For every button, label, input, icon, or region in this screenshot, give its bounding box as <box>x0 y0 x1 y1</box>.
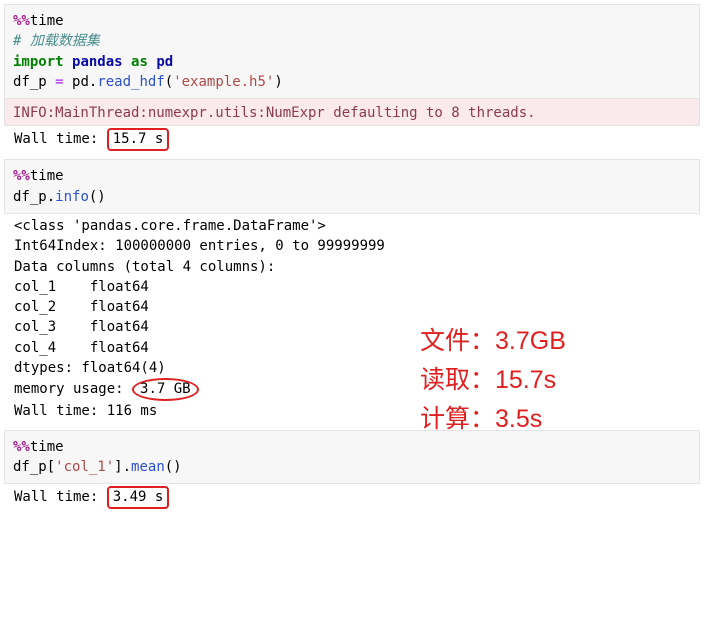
annot-compute-time: 计算：3.5s <box>420 405 542 433</box>
info-col-2: col_2 float64 <box>14 299 149 315</box>
paren: () <box>165 459 182 475</box>
magic-time: time <box>30 13 64 29</box>
op-eq: = <box>55 74 63 90</box>
info-memusage-value: 3.7 GB <box>140 381 191 397</box>
highlight-rect-walltime-1: 15.7 s <box>107 128 170 151</box>
info-class: <class 'pandas.core.frame.DataFrame'> <box>14 218 326 234</box>
info-col-1: col_1 float64 <box>14 279 149 295</box>
info-dtypes-b: ) <box>157 360 165 376</box>
call-read-hdf: read_hdf <box>97 74 164 90</box>
kw-as: as <box>131 54 148 70</box>
annot-file-size: 文件：3.7GB <box>420 327 566 355</box>
info-col-3: col_3 float64 <box>14 319 149 335</box>
call-mean: mean <box>131 459 165 475</box>
obj-dfp-bracket: df_p[ <box>13 459 55 475</box>
paren: () <box>89 189 106 205</box>
wall-time-label: Wall time: <box>14 131 107 147</box>
magic-percent: %% <box>13 439 30 455</box>
output-info: <class 'pandas.core.frame.DataFrame'> In… <box>4 214 700 428</box>
info-columns-header: Data columns (total 4 columns): <box>14 259 275 275</box>
code-cell-1: %%time # 加载数据集 import pandas as pd df_p … <box>4 4 700 99</box>
mod-pandas: pandas <box>72 54 123 70</box>
wall-time-3: Wall time: 3.49 s <box>4 484 700 515</box>
info-output-1: INFO:MainThread:numexpr.utils:NumExpr de… <box>4 99 700 126</box>
annot-read-time: 读取：15.7s <box>420 366 556 394</box>
str-col1: 'col_1' <box>55 459 114 475</box>
paren-close: ) <box>274 74 282 90</box>
annotation-summary: 文件：3.7GB 读取：15.7s 计算：3.5s <box>420 322 566 438</box>
obj-dfp: df_p. <box>13 189 55 205</box>
bracket-dot: ]. <box>114 459 131 475</box>
code-cell-2: %%time df_p.info() <box>4 159 700 214</box>
info-memusage-label: memory usage: <box>14 381 132 397</box>
info-index: Int64Index: 100000000 entries, 0 to 9999… <box>14 238 385 254</box>
numexpr-info-line: INFO:MainThread:numexpr.utils:NumExpr de… <box>13 105 536 121</box>
magic-percent: %% <box>13 13 30 29</box>
highlight-oval-memusage: 3.7 GB <box>132 378 199 401</box>
mod-pd: pd <box>156 54 173 70</box>
call-info: info <box>55 189 89 205</box>
str-example-h5: 'example.h5' <box>173 74 274 90</box>
rhs-pd: pd. <box>64 74 98 90</box>
magic-time: time <box>30 168 64 184</box>
code-cell-3: %%time df_p['col_1'].mean() <box>4 430 700 485</box>
magic-percent: %% <box>13 168 30 184</box>
info-dtypes-a: dtypes: float64(4 <box>14 360 157 376</box>
var-dfp: df_p <box>13 74 55 90</box>
wall-time-value-3: 3.49 s <box>113 489 164 505</box>
wall-time-value-1: 15.7 s <box>113 131 164 147</box>
paren-open: ( <box>165 74 173 90</box>
wall-time-2: Wall time: 116 ms <box>14 403 157 419</box>
wall-time-1: Wall time: 15.7 s <box>4 126 700 157</box>
comment-load-dataset: # 加载数据集 <box>13 33 100 49</box>
wall-time-label: Wall time: <box>14 489 107 505</box>
info-col-4: col_4 float64 <box>14 340 149 356</box>
kw-import: import <box>13 54 64 70</box>
magic-time: time <box>30 439 64 455</box>
highlight-rect-walltime-3: 3.49 s <box>107 486 170 509</box>
